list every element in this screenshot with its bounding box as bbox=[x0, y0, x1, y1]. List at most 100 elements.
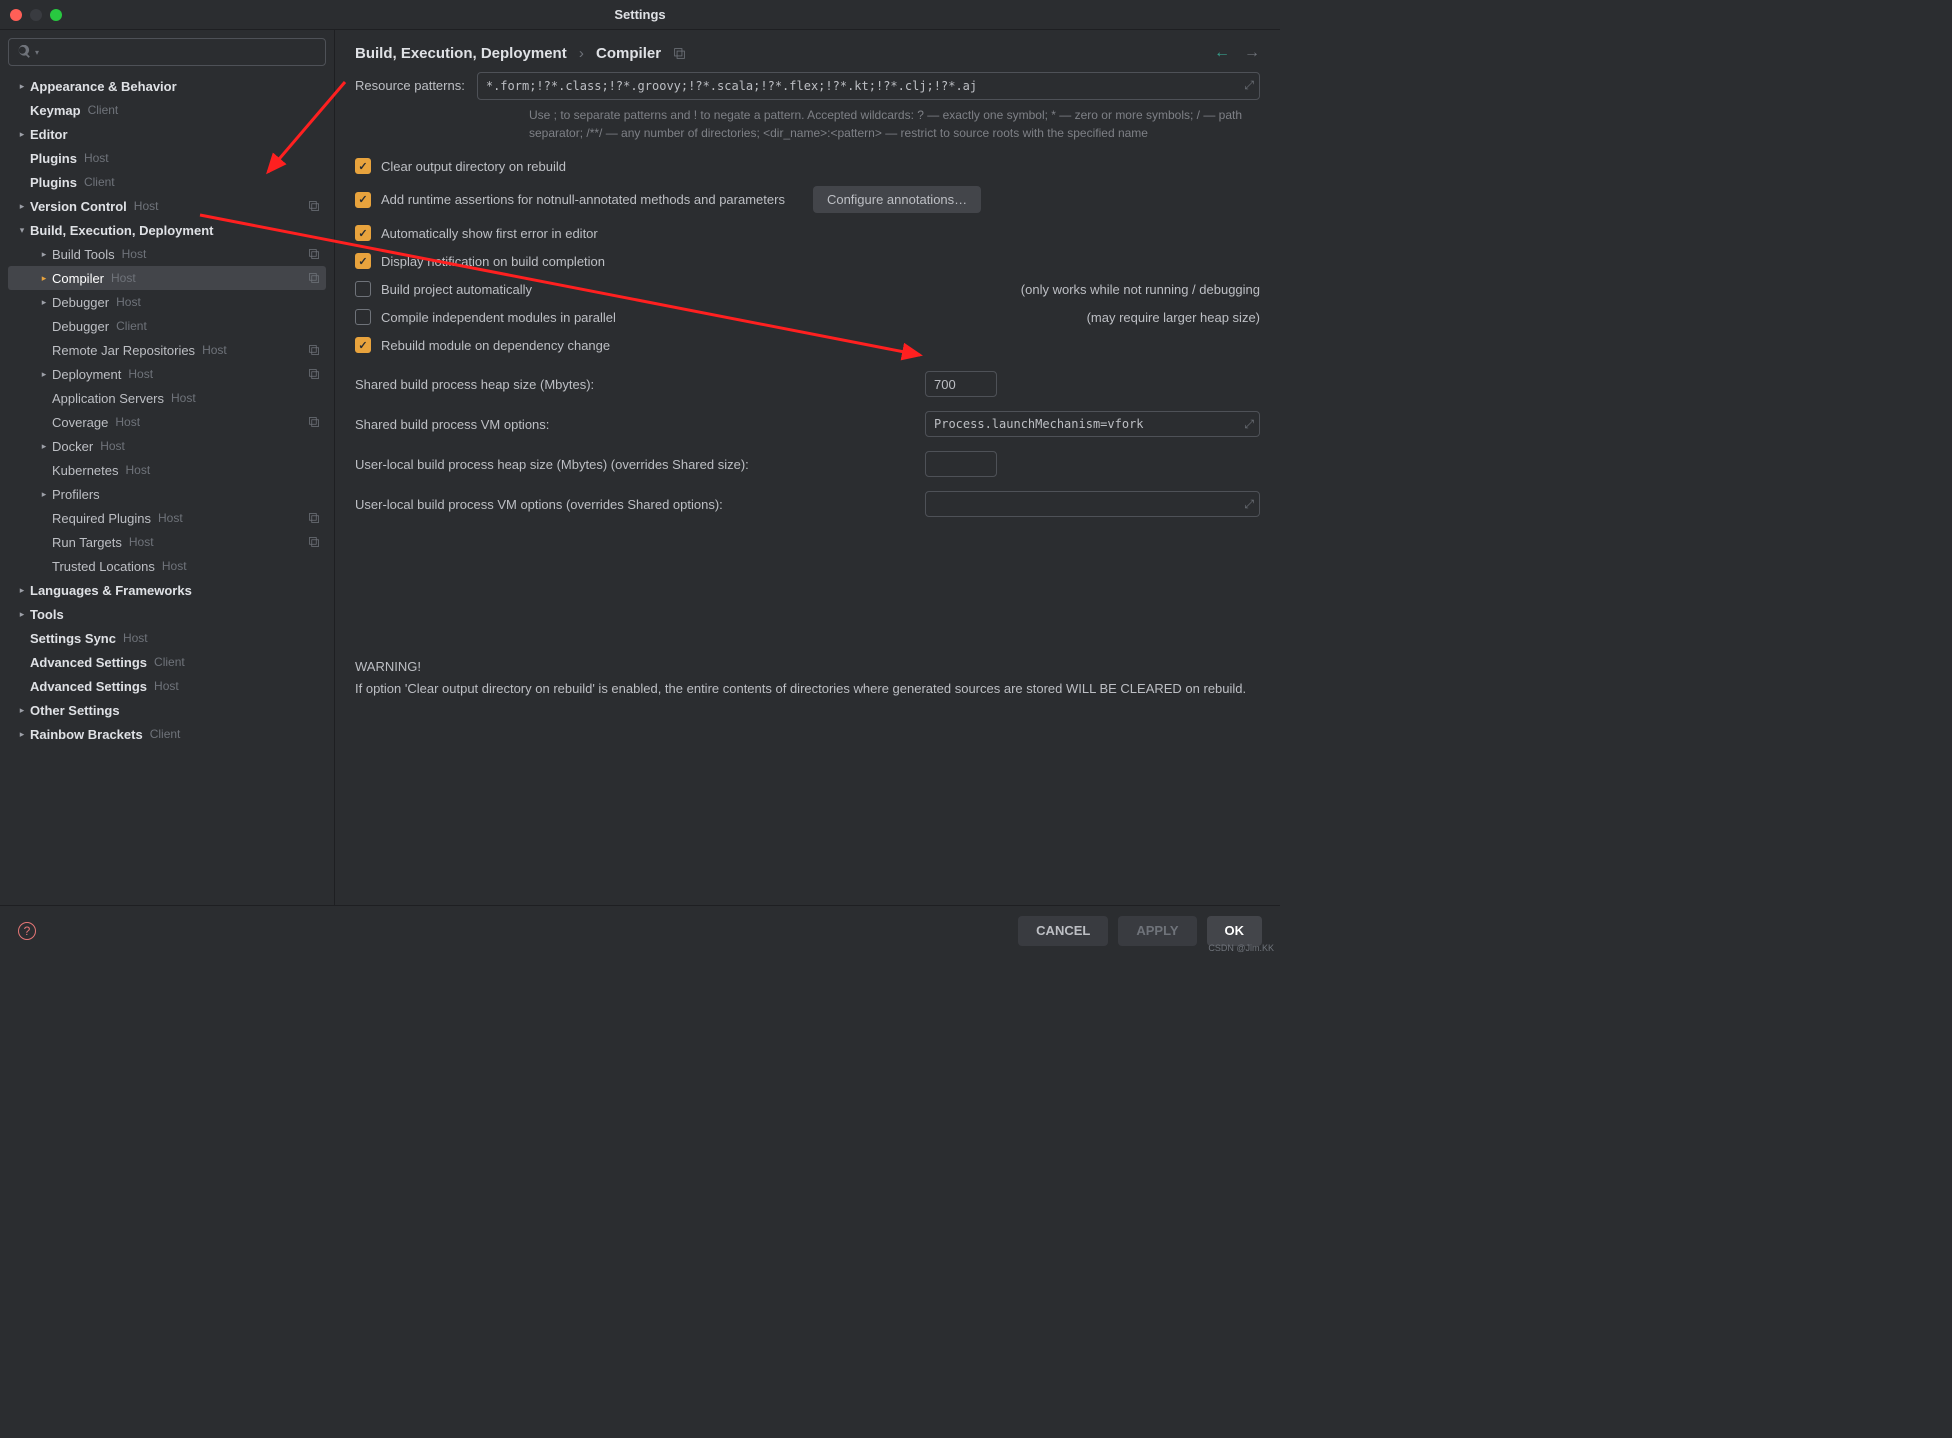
expand-icon[interactable]: ⤢ bbox=[1244, 417, 1254, 432]
tree-item-version-control[interactable]: Version ControlHost bbox=[8, 194, 326, 218]
check-row: Display notification on build completion bbox=[355, 253, 1260, 269]
tree-item-build-execution-deployment[interactable]: Build, Execution, Deployment bbox=[8, 218, 326, 242]
checkbox[interactable] bbox=[355, 192, 371, 208]
tree-item-plugins[interactable]: PluginsClient bbox=[8, 170, 326, 194]
field-label: Shared build process heap size (Mbytes): bbox=[355, 377, 925, 392]
tree-label: Rainbow Brackets bbox=[30, 727, 143, 742]
checkbox-label: Display notification on build completion bbox=[381, 254, 605, 269]
apply-button[interactable]: APPLY bbox=[1118, 916, 1196, 946]
project-scope-icon bbox=[308, 368, 320, 380]
tree-item-profilers[interactable]: Profilers bbox=[8, 482, 326, 506]
check-note: (only works while not running / debuggin… bbox=[991, 282, 1260, 297]
tree-item-required-plugins[interactable]: Required PluginsHost bbox=[8, 506, 326, 530]
check-row: Automatically show first error in editor bbox=[355, 225, 1260, 241]
tree-arrow-icon bbox=[14, 585, 30, 596]
nav-forward-icon[interactable]: → bbox=[1244, 44, 1260, 62]
nav-back-icon[interactable]: ← bbox=[1214, 44, 1230, 62]
tree-scope-tag: Client bbox=[154, 655, 185, 669]
field-label: User-local build process heap size (Mbyt… bbox=[355, 457, 925, 472]
tree-scope-tag: Client bbox=[84, 175, 115, 189]
expand-icon[interactable]: ⤢ bbox=[1244, 78, 1254, 93]
tree-item-advanced-settings[interactable]: Advanced SettingsHost bbox=[8, 674, 326, 698]
tree-item-docker[interactable]: DockerHost bbox=[8, 434, 326, 458]
tree-label: Profilers bbox=[52, 487, 100, 502]
tree-item-other-settings[interactable]: Other Settings bbox=[8, 698, 326, 722]
tree-item-keymap[interactable]: KeymapClient bbox=[8, 98, 326, 122]
tree-scope-tag: Host bbox=[126, 463, 151, 477]
checkbox[interactable] bbox=[355, 158, 371, 174]
project-scope-icon bbox=[308, 200, 320, 212]
tree-item-debugger[interactable]: DebuggerClient bbox=[8, 314, 326, 338]
tree-arrow-icon bbox=[14, 225, 30, 236]
check-row: Build project automatically (only works w… bbox=[355, 281, 1260, 297]
tree-item-settings-sync[interactable]: Settings SyncHost bbox=[8, 626, 326, 650]
settings-sidebar: ▾ Appearance & BehaviorKeymapClient Edito… bbox=[0, 30, 335, 905]
field-row: Shared build process VM options:⤢ bbox=[355, 411, 1260, 437]
search-input[interactable]: ▾ bbox=[8, 38, 326, 66]
checkbox[interactable] bbox=[355, 225, 371, 241]
warning-body: If option 'Clear output directory on reb… bbox=[355, 681, 1246, 696]
cancel-button[interactable]: CANCEL bbox=[1018, 916, 1108, 946]
breadcrumb-separator: › bbox=[579, 45, 584, 62]
tree-scope-tag: Host bbox=[123, 631, 148, 645]
tree-scope-tag: Host bbox=[100, 439, 125, 453]
checkbox[interactable] bbox=[355, 337, 371, 353]
tree-arrow-icon bbox=[14, 729, 30, 740]
tree-item-coverage[interactable]: CoverageHost bbox=[8, 410, 326, 434]
ok-button[interactable]: OK bbox=[1207, 916, 1263, 946]
tree-item-editor[interactable]: Editor bbox=[8, 122, 326, 146]
text-input[interactable] bbox=[925, 491, 1260, 517]
checkbox-label: Build project automatically bbox=[381, 282, 532, 297]
numeric-input[interactable] bbox=[925, 371, 997, 397]
settings-tree: Appearance & BehaviorKeymapClient Editor P… bbox=[8, 74, 326, 897]
tree-arrow-icon bbox=[36, 369, 52, 380]
checkbox-label: Rebuild module on dependency change bbox=[381, 338, 610, 353]
checkbox[interactable] bbox=[355, 253, 371, 269]
checkbox[interactable] bbox=[355, 281, 371, 297]
breadcrumb: Build, Execution, Deployment › Compiler bbox=[355, 45, 686, 62]
checkbox-label: Automatically show first error in editor bbox=[381, 226, 598, 241]
configure-annotations-button[interactable]: Configure annotations… bbox=[813, 186, 981, 213]
tree-item-application-servers[interactable]: Application ServersHost bbox=[8, 386, 326, 410]
tree-label: Deployment bbox=[52, 367, 121, 382]
tree-label: Build Tools bbox=[52, 247, 115, 262]
tree-item-appearance-behavior[interactable]: Appearance & Behavior bbox=[8, 74, 326, 98]
tree-item-plugins[interactable]: PluginsHost bbox=[8, 146, 326, 170]
help-icon[interactable]: ? bbox=[18, 922, 36, 940]
breadcrumb-parent[interactable]: Build, Execution, Deployment bbox=[355, 45, 567, 62]
tree-item-remote-jar-repositories[interactable]: Remote Jar RepositoriesHost bbox=[8, 338, 326, 362]
tree-item-debugger[interactable]: DebuggerHost bbox=[8, 290, 326, 314]
tree-item-tools[interactable]: Tools bbox=[8, 602, 326, 626]
checkbox-label: Add runtime assertions for notnull-annot… bbox=[381, 192, 785, 207]
tree-scope-tag: Host bbox=[154, 679, 179, 693]
tree-item-trusted-locations[interactable]: Trusted LocationsHost bbox=[8, 554, 326, 578]
tree-scope-tag: Client bbox=[150, 727, 181, 741]
tree-item-kubernetes[interactable]: KubernetesHost bbox=[8, 458, 326, 482]
tree-item-run-targets[interactable]: Run TargetsHost bbox=[8, 530, 326, 554]
tree-scope-tag: Host bbox=[122, 247, 147, 261]
tree-scope-tag: Host bbox=[115, 415, 140, 429]
tree-scope-tag: Host bbox=[116, 295, 141, 309]
tree-label: Languages & Frameworks bbox=[30, 583, 192, 598]
project-scope-icon bbox=[308, 416, 320, 428]
tree-item-advanced-settings[interactable]: Advanced SettingsClient bbox=[8, 650, 326, 674]
tree-label: Editor bbox=[30, 127, 68, 142]
numeric-input[interactable] bbox=[925, 451, 997, 477]
checkbox-label: Clear output directory on rebuild bbox=[381, 159, 566, 174]
tree-item-deployment[interactable]: DeploymentHost bbox=[8, 362, 326, 386]
expand-icon[interactable]: ⤢ bbox=[1244, 497, 1254, 512]
resource-patterns-input[interactable] bbox=[477, 72, 1260, 100]
project-scope-icon bbox=[673, 47, 686, 60]
tree-item-build-tools[interactable]: Build Tools Host bbox=[8, 242, 326, 266]
dialog-footer: ? CANCEL APPLY OK bbox=[0, 905, 1280, 955]
text-input[interactable] bbox=[925, 411, 1260, 437]
check-row: Clear output directory on rebuild bbox=[355, 158, 1260, 174]
project-scope-icon bbox=[308, 272, 320, 284]
check-row: Rebuild module on dependency change bbox=[355, 337, 1260, 353]
checkbox[interactable] bbox=[355, 309, 371, 325]
tree-label: Version Control bbox=[30, 199, 127, 214]
tree-item-languages-frameworks[interactable]: Languages & Frameworks bbox=[8, 578, 326, 602]
tree-item-rainbow-brackets[interactable]: Rainbow Brackets Client bbox=[8, 722, 326, 746]
tree-arrow-icon bbox=[36, 489, 52, 500]
tree-item-compiler[interactable]: CompilerHost bbox=[8, 266, 326, 290]
